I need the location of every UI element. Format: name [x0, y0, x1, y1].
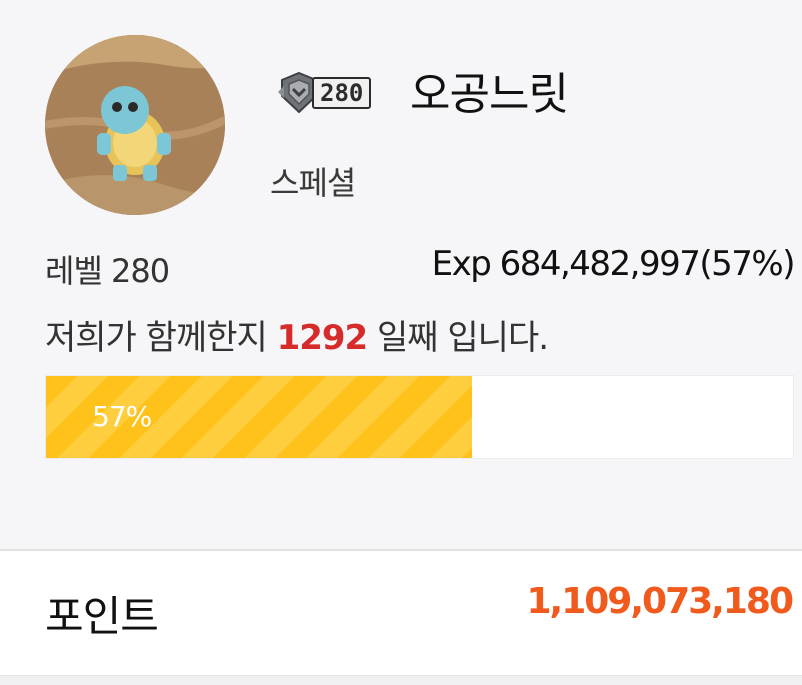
exp-progress-label: 57%: [92, 400, 152, 433]
member-grade: 스페셜: [270, 164, 356, 202]
days-count: 1292: [276, 318, 369, 358]
bottom-divider: [0, 675, 802, 685]
points-label: 포인트: [45, 592, 159, 641]
avatar[interactable]: [45, 35, 225, 215]
exp-progress-bar: 57%: [45, 375, 794, 459]
days-together-text: 저희가 함께한지 1292 일째 입니다.: [45, 310, 549, 359]
points-row[interactable]: 포인트 1,109,073,180: [0, 551, 802, 675]
days-prefix: 저희가 함께한지: [45, 318, 277, 358]
nickname: 오공느릿: [410, 69, 569, 120]
points-value: 1,109,073,180: [526, 581, 794, 622]
profile-section: 280 오공느릿 스페셜 레벨 280 Exp 684,482,997(57%)…: [0, 0, 802, 550]
squirtle-avatar-image: [45, 35, 225, 215]
exp-text: Exp 684,482,997(57%): [431, 244, 796, 284]
level-text: 레벨 280: [45, 252, 170, 290]
level-badge-number: 280: [312, 77, 372, 109]
level-badge: 280: [276, 70, 372, 116]
days-suffix: 일째 입니다.: [367, 318, 549, 358]
